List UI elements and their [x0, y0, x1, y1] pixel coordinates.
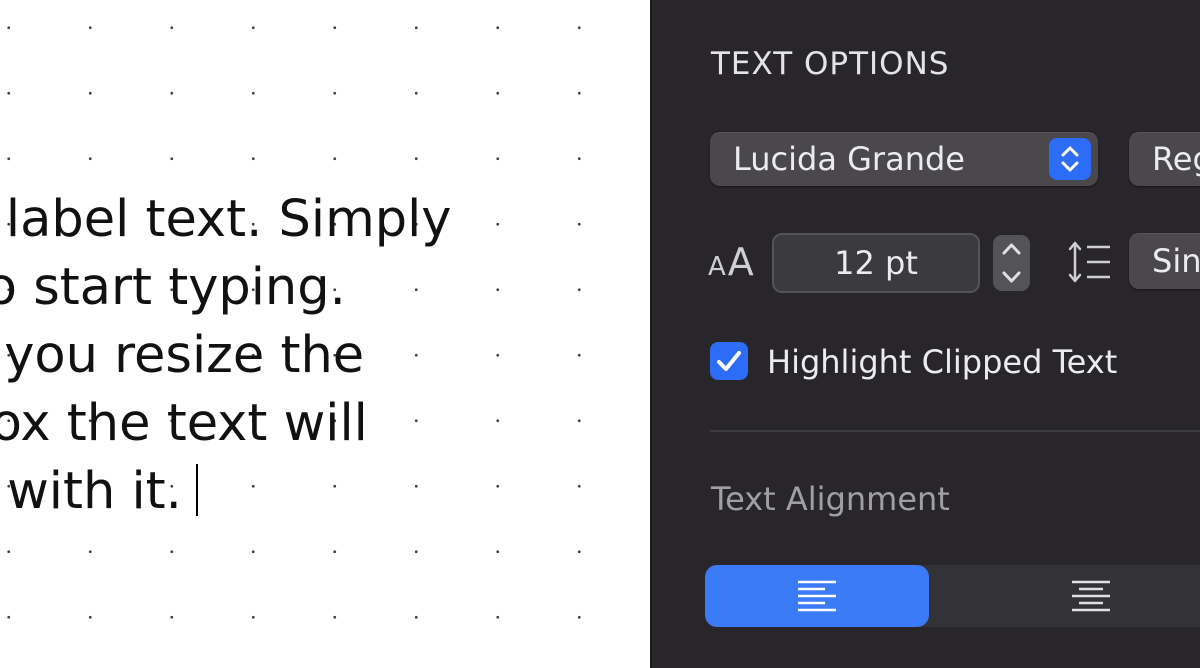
text-size-small-glyph: A — [708, 252, 726, 282]
section-divider — [710, 430, 1200, 432]
label-text-line: ck to start typing. — [0, 258, 346, 317]
highlight-clipped-label[interactable]: Highlight Clipped Text — [767, 340, 1117, 384]
stepper-down-icon[interactable] — [993, 263, 1030, 291]
label-text-line-last: size with it. — [0, 458, 650, 526]
inspector-panel: TEXT OPTIONS Lucida Grande Reg AA 12 pt — [650, 0, 1200, 668]
label-text-line: is is label text. Simply — [0, 190, 452, 249]
label-text-line: xt box the text will — [0, 394, 368, 453]
label-text-box[interactable]: is is label text. Simply ck to start typ… — [0, 186, 650, 526]
canvas[interactable]: is is label text. Simply ck to start typ… — [0, 0, 650, 668]
align-left-button[interactable] — [705, 565, 929, 627]
panel-divider — [650, 0, 652, 668]
section-title: TEXT OPTIONS — [711, 46, 950, 82]
font-family-popup[interactable]: Lucida Grande — [710, 132, 1098, 186]
line-spacing-popup[interactable]: Sin — [1129, 233, 1200, 289]
highlight-clipped-checkbox[interactable] — [710, 342, 748, 380]
checkmark-icon — [717, 351, 741, 371]
font-family-value: Lucida Grande — [733, 140, 965, 178]
label-text-line: size with it. — [0, 462, 182, 521]
text-size-big-glyph: A — [727, 240, 754, 284]
font-size-field[interactable]: 12 pt — [772, 233, 980, 293]
line-spacing-value: Sin — [1152, 242, 1200, 280]
chevron-updown-icon[interactable] — [1049, 138, 1091, 180]
line-spacing-icon — [1064, 238, 1114, 290]
text-size-icon: AA — [708, 240, 754, 290]
align-left-icon — [798, 580, 836, 612]
text-caret — [195, 464, 198, 516]
stepper-up-icon[interactable] — [993, 235, 1030, 263]
font-style-value: Reg — [1152, 140, 1200, 178]
label-text-line: hen you resize the — [0, 326, 365, 385]
font-size-stepper[interactable] — [993, 235, 1030, 291]
align-center-icon — [1072, 580, 1110, 612]
font-style-popup[interactable]: Reg — [1129, 132, 1200, 186]
alignment-segmented-control — [705, 565, 1200, 627]
align-center-button[interactable] — [979, 565, 1200, 627]
font-size-value: 12 pt — [834, 244, 918, 282]
alignment-title: Text Alignment — [711, 480, 950, 518]
